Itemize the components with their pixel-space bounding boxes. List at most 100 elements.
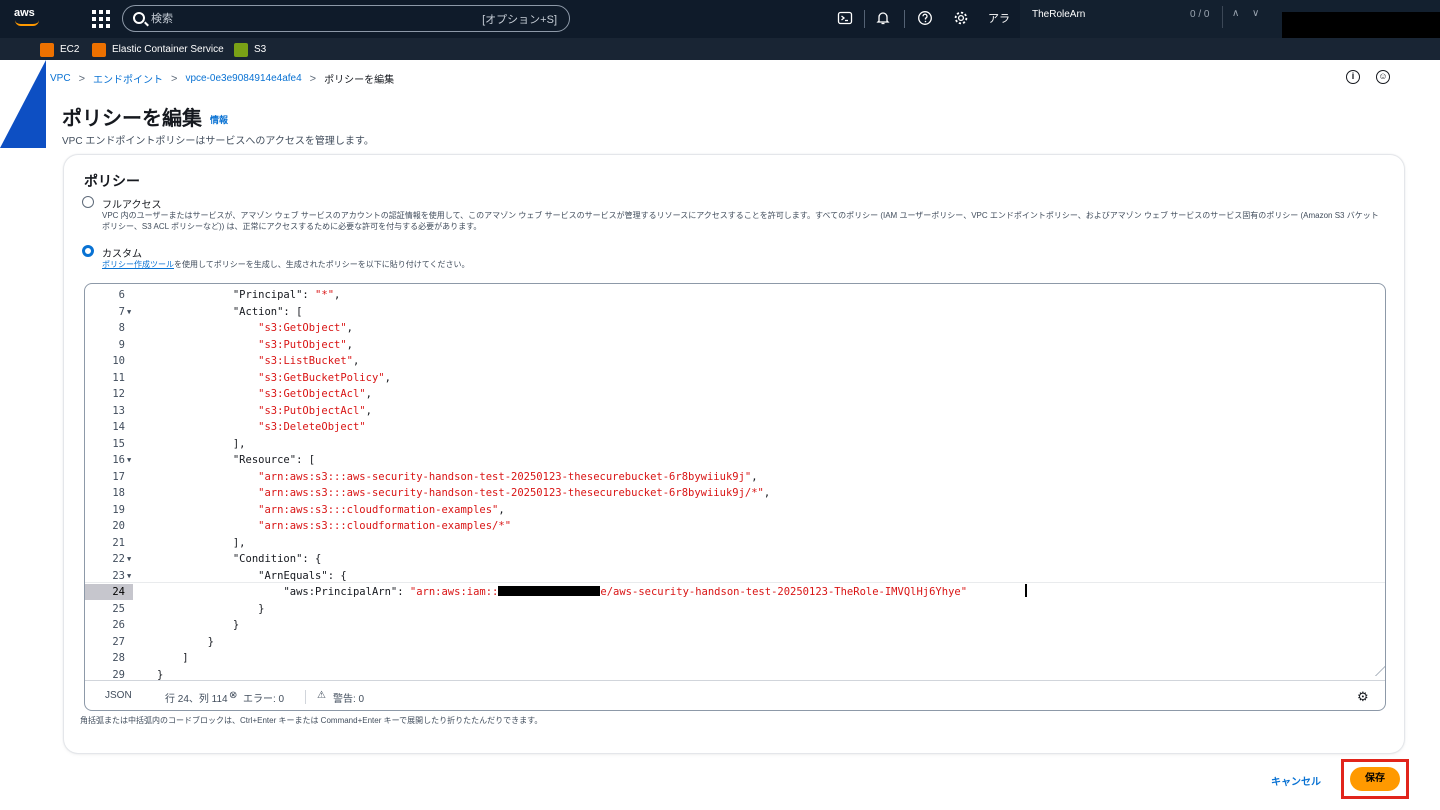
cloudshell-icon[interactable] [836, 10, 854, 28]
line-text: ] [157, 650, 188, 666]
string-token: "arn:aws:s3:::cloudformation-examples/*" [258, 520, 512, 532]
aws-logo[interactable]: aws [14, 7, 46, 29]
favorites-bar: EC2 Elastic Container Service S3 [0, 38, 1440, 60]
find-input[interactable]: TheRoleArn [1032, 9, 1085, 20]
code-line[interactable]: 7 ▼ "Action": [ [85, 304, 1385, 320]
text-caret [1025, 584, 1027, 597]
aws-logo-text: aws [14, 7, 35, 19]
policy-code-editor[interactable]: 6 "Principal": "*", 7 ▼ "Action": [8 "s3:G… [84, 283, 1386, 711]
code-line[interactable]: 23 ▼ "ArnEquals": { [85, 568, 1385, 584]
breadcrumb-endpoint-id[interactable]: vpce-0e3e9084914e4afe4 [185, 73, 301, 84]
breadcrumb-vpc[interactable]: VPC [50, 73, 71, 84]
language-label: JSON [105, 690, 132, 701]
line-number: 18 [112, 487, 125, 499]
code-line[interactable]: 11 "s3:GetBucketPolicy", [85, 370, 1385, 386]
save-button[interactable]: 保存 [1350, 767, 1400, 791]
code-line[interactable]: 12 "s3:GetObjectAcl", [85, 386, 1385, 402]
favorite-label: S3 [254, 44, 267, 55]
code-line[interactable]: 15 ], [85, 436, 1385, 452]
help-icon[interactable] [916, 10, 934, 28]
gear-icon[interactable]: ⚙ [1357, 690, 1371, 704]
chevron-down-icon[interactable]: ∨ [1252, 8, 1259, 19]
warning-icon: ⚠ [317, 690, 326, 701]
code-line[interactable]: 6 "Principal": "*", [85, 287, 1385, 303]
line-number: 24 [85, 584, 133, 600]
code-line[interactable]: 19 "arn:aws:s3:::cloudformation-examples… [85, 502, 1385, 518]
top-navigation: aws [オプション+S] アラ TheRoleArn 0 / 0 ∧ ∨ [0, 0, 1440, 38]
code-line[interactable]: 25 } [85, 601, 1385, 617]
custom-description: ポリシー作成ツールを使用してポリシーを生成し、生成されたポリシーを以下に貼り付け… [102, 259, 1382, 270]
line-text: } [157, 617, 239, 633]
code-line[interactable]: 16 ▼ "Resource": [ [85, 452, 1385, 468]
editor-status-bar: JSON 行 24、列 114 ⊗ エラー: 0 ⚠ 警告: 0 ⚙ [85, 680, 1385, 710]
code-line[interactable]: 9 "s3:PutObject", [85, 337, 1385, 353]
line-text: "Resource": [ [157, 452, 315, 468]
chevron-up-icon[interactable]: ∧ [1232, 8, 1239, 19]
code-line[interactable]: 28 ] [85, 650, 1385, 666]
line-number: 17 [112, 470, 125, 483]
code-line[interactable]: 20 "arn:aws:s3:::cloudformation-examples… [85, 518, 1385, 534]
line-text: "arn:aws:s3:::aws-security-handson-test-… [157, 485, 770, 501]
code-token: , [334, 289, 341, 301]
line-text: "s3:DeleteObject" [157, 419, 365, 435]
search-box[interactable]: [オプション+S] [122, 5, 570, 32]
ecs-icon [92, 42, 106, 57]
code-line[interactable]: 18 "arn:aws:s3:::aws-security-handson-te… [85, 485, 1385, 501]
favorite-ec2[interactable]: EC2 [40, 42, 79, 57]
code-line[interactable]: 17 "arn:aws:s3:::aws-security-handson-te… [85, 469, 1385, 485]
line-text: } [157, 601, 264, 617]
search-shortcut: [オプション+S] [482, 14, 557, 26]
policy-generator-link[interactable]: ポリシー作成ツール [102, 260, 174, 269]
custom-radio[interactable] [82, 245, 94, 257]
code-line[interactable]: 24 "aws:PrincipalArn": "arn:aws:iam:: e/a… [85, 584, 1385, 600]
code-line[interactable]: 27 } [85, 634, 1385, 650]
code-line[interactable]: 13 "s3:PutObjectAcl", [85, 403, 1385, 419]
line-number: 19 [112, 503, 125, 516]
fold-toggle-icon[interactable]: ▼ [127, 551, 131, 567]
code-token: , [346, 338, 353, 351]
account-menu[interactable]: アラ [988, 10, 1010, 28]
grid-icon[interactable] [92, 10, 110, 28]
code-token: , [763, 487, 771, 499]
code-line[interactable]: 8 "s3:GetObject", [85, 320, 1385, 336]
favorite-s3[interactable]: S3 [234, 42, 266, 57]
cancel-button[interactable]: キャンセル [1271, 773, 1321, 788]
fold-toggle-icon[interactable]: ▼ [127, 568, 131, 584]
line-text: "aws:PrincipalArn": "arn:aws:iam:: e/aws-… [157, 584, 967, 600]
bell-icon[interactable] [874, 10, 892, 28]
custom-label[interactable]: カスタム [102, 245, 142, 260]
favorite-ecs[interactable]: Elastic Container Service [92, 42, 224, 57]
string-token: "arn:aws:iam:: [409, 586, 499, 598]
favorite-label: Elastic Container Service [112, 44, 224, 55]
feedback-icon[interactable]: ☺ [1376, 70, 1390, 84]
breadcrumb-endpoints[interactable]: エンドポイント [93, 71, 163, 86]
error-count[interactable]: エラー: 0 [243, 690, 284, 705]
cursor-position: 行 24、列 114 [165, 694, 228, 705]
side-navigation-toggle[interactable] [0, 60, 46, 148]
code-token: , [352, 355, 360, 367]
info-link[interactable]: 情報 [210, 113, 228, 126]
line-text: "s3:GetObject", [157, 320, 353, 336]
page-description: VPC エンドポイントポリシーはサービスへのアクセスを管理します。 [62, 136, 374, 147]
settings-icon[interactable] [952, 10, 970, 28]
code-line[interactable]: 22 ▼ "Condition": { [85, 551, 1385, 567]
code-line[interactable]: 14 "s3:DeleteObject" [85, 419, 1385, 435]
code-line[interactable]: 10 "s3:ListBucket", [85, 353, 1385, 369]
search-input[interactable] [151, 9, 451, 28]
line-number: 6 [118, 289, 125, 301]
full-access-radio[interactable] [82, 196, 94, 208]
full-access-label[interactable]: フルアクセス [102, 196, 162, 211]
code-line[interactable]: 26 } [85, 617, 1385, 633]
warning-count[interactable]: 警告: 0 [333, 690, 364, 705]
info-icon[interactable]: i [1346, 70, 1360, 84]
fold-toggle-icon[interactable]: ▼ [127, 452, 131, 468]
code-line[interactable]: 21 ], [85, 535, 1385, 551]
fold-toggle-icon[interactable]: ▼ [127, 304, 131, 320]
editor-hint: 角括弧または中括弧内のコードブロックは、Ctrl+Enter キーまたは Com… [80, 716, 543, 725]
